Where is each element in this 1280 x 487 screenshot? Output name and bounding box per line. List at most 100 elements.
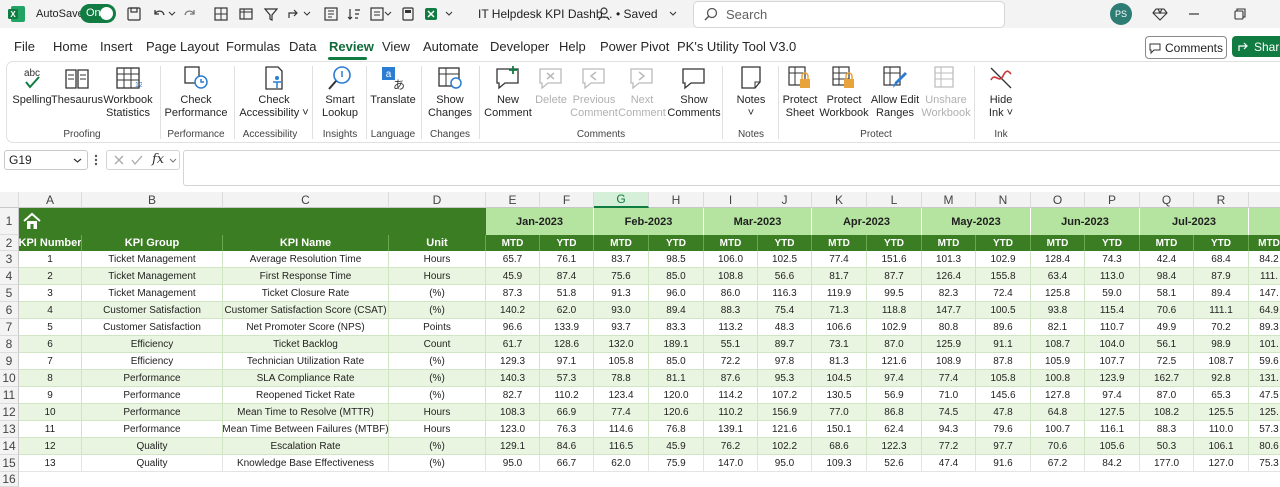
value-cell[interactable]: 130.5 — [812, 387, 867, 404]
value-cell[interactable]: 79.6 — [976, 421, 1031, 438]
value-cell[interactable]: 127.5 — [1085, 404, 1140, 421]
value-cell[interactable]: 97.4 — [867, 370, 922, 387]
value-cell[interactable]: 64.9 — [1249, 302, 1280, 319]
empty-cell[interactable] — [922, 455, 976, 472]
value-cell[interactable]: 121.6 — [758, 421, 812, 438]
value-cell[interactable]: 125.9 — [922, 336, 976, 353]
row-header-2[interactable]: 2 — [0, 235, 19, 251]
value-cell[interactable]: 102.2 — [758, 438, 812, 455]
value-cell[interactable]: 61.7 — [486, 336, 540, 353]
kpi-number-cell[interactable]: 3 — [19, 285, 82, 302]
kpi-number-cell[interactable]: 6 — [19, 336, 82, 353]
value-cell[interactable]: 105.8 — [594, 353, 649, 370]
value-cell[interactable]: 100.8 — [1031, 370, 1085, 387]
value-cell[interactable]: 102.9 — [867, 319, 922, 336]
row-header-14[interactable]: 14 — [0, 438, 19, 455]
empty-cell[interactable] — [540, 455, 594, 472]
value-cell[interactable]: 58.1 — [1140, 285, 1194, 302]
undo-icon[interactable] — [149, 4, 169, 24]
more-dropdown-icon[interactable] — [302, 4, 312, 24]
value-cell[interactable]: 56.9 — [867, 387, 922, 404]
value-cell[interactable]: 80.8 — [922, 319, 976, 336]
unit-cell[interactable]: (%) — [389, 302, 486, 319]
column-header-n[interactable]: N — [976, 192, 1031, 208]
value-cell[interactable]: 70.6 — [1140, 302, 1194, 319]
value-cell[interactable]: 87.8 — [976, 353, 1031, 370]
tab-home[interactable]: Home — [53, 39, 88, 54]
value-cell[interactable]: 45.9 — [649, 438, 704, 455]
row-header-10[interactable]: 10 — [0, 370, 19, 387]
hide-ink-button[interactable]: Hide Ink ˅ — [971, 64, 1031, 120]
value-cell[interactable]: 123.9 — [1085, 370, 1140, 387]
value-cell[interactable]: 101. — [1249, 336, 1280, 353]
kpi-group-cell[interactable]: Ticket Management — [82, 285, 223, 302]
value-cell[interactable]: 93.0 — [594, 302, 649, 319]
name-box[interactable]: G19 — [4, 150, 88, 170]
value-cell[interactable]: 84.2 — [1249, 251, 1280, 268]
value-cell[interactable]: 91.3 — [594, 285, 649, 302]
fx-dropdown-icon[interactable] — [169, 157, 177, 165]
value-cell[interactable]: 121.6 — [867, 353, 922, 370]
column-header-o[interactable]: O — [1031, 192, 1085, 208]
redo-icon[interactable] — [180, 4, 200, 24]
value-cell[interactable]: 65.3 — [1194, 387, 1249, 404]
column-header-d[interactable]: D — [389, 192, 486, 208]
value-cell[interactable]: 78.8 — [594, 370, 649, 387]
value-cell[interactable]: 63.4 — [1031, 268, 1085, 285]
value-cell[interactable]: 80.6 — [1249, 438, 1280, 455]
value-cell[interactable]: 62.4 — [867, 421, 922, 438]
value-cell[interactable]: 123.0 — [486, 421, 540, 438]
account-sync-icon[interactable] — [595, 4, 615, 24]
undo-dropdown-icon[interactable] — [167, 4, 177, 24]
value-cell[interactable]: 147. — [1249, 285, 1280, 302]
enter-check-icon[interactable] — [131, 154, 143, 166]
value-cell[interactable]: 83.3 — [649, 319, 704, 336]
value-cell[interactable]: 47.5 — [1249, 387, 1280, 404]
check-accessibility-button[interactable]: Check Accessibility ˅ — [239, 64, 309, 120]
value-cell[interactable]: 72.2 — [704, 353, 758, 370]
value-cell[interactable]: 97.1 — [540, 353, 594, 370]
smart-lookup-button[interactable]: Smart Lookup — [310, 64, 370, 120]
calculator-icon[interactable] — [398, 4, 418, 24]
value-cell[interactable]: 49.9 — [1140, 319, 1194, 336]
value-cell[interactable]: 51.8 — [540, 285, 594, 302]
value-cell[interactable]: 113.2 — [704, 319, 758, 336]
value-cell[interactable]: 97.7 — [976, 438, 1031, 455]
value-cell[interactable]: 115.4 — [1085, 302, 1140, 319]
value-cell[interactable]: 72.5 — [1140, 353, 1194, 370]
unit-cell[interactable]: (%) — [389, 370, 486, 387]
restore-icon[interactable] — [1230, 4, 1250, 24]
cancel-icon[interactable] — [113, 154, 125, 166]
column-header-m[interactable]: M — [922, 192, 976, 208]
value-cell[interactable]: 81.3 — [812, 353, 867, 370]
value-cell[interactable]: 89.3 — [1249, 319, 1280, 336]
value-cell[interactable]: 77.4 — [812, 251, 867, 268]
value-cell[interactable]: 100.7 — [1031, 421, 1085, 438]
value-cell[interactable]: 77.0 — [812, 404, 867, 421]
value-cell[interactable]: 86.8 — [867, 404, 922, 421]
empty-cell[interactable] — [1085, 455, 1140, 472]
unit-cell[interactable]: (%) — [389, 353, 486, 370]
select-all-corner[interactable] — [0, 192, 19, 208]
empty-cell[interactable] — [1249, 455, 1280, 472]
kpi-name-cell[interactable]: SLA Compliance Rate — [223, 370, 389, 387]
value-cell[interactable]: 122.3 — [867, 438, 922, 455]
value-cell[interactable]: 101.3 — [922, 251, 976, 268]
value-cell[interactable]: 156.9 — [758, 404, 812, 421]
kpi-number-cell[interactable]: 9 — [19, 387, 82, 404]
kpi-name-cell[interactable]: Mean Time to Resolve (MTTR) — [223, 404, 389, 421]
value-cell[interactable]: 64.8 — [1031, 404, 1085, 421]
premium-diamond-icon[interactable] — [1150, 4, 1170, 24]
value-cell[interactable]: 93.8 — [1031, 302, 1085, 319]
value-cell[interactable]: 116.5 — [594, 438, 649, 455]
share-button[interactable]: Share — [1232, 36, 1280, 57]
value-cell[interactable]: 87.3 — [486, 285, 540, 302]
column-header-a[interactable]: A — [19, 192, 82, 208]
value-cell[interactable]: 189.1 — [649, 336, 704, 353]
value-cell[interactable]: 76.2 — [704, 438, 758, 455]
row-header-8[interactable]: 8 — [0, 336, 19, 353]
row-header-3[interactable]: 3 — [0, 251, 19, 268]
show-changes-button[interactable]: Show Changes — [420, 64, 480, 120]
value-cell[interactable]: 104.0 — [1085, 336, 1140, 353]
empty-cell[interactable] — [1031, 455, 1085, 472]
